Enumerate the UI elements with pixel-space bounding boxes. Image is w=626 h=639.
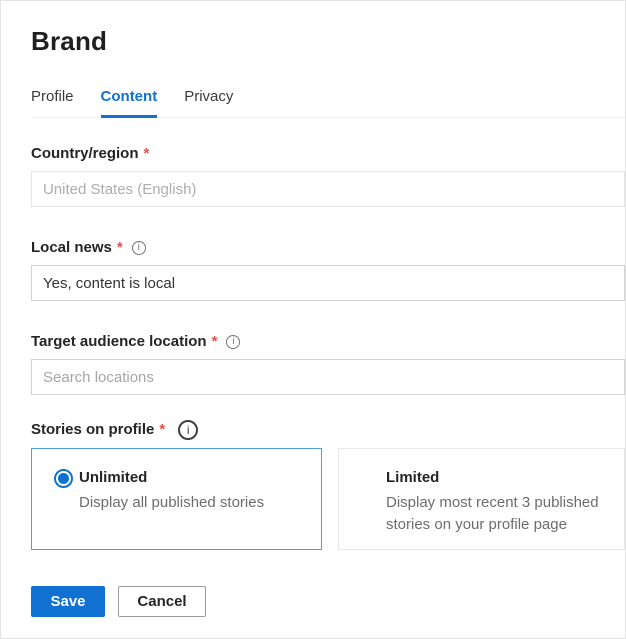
field-label-text: Target audience location [31,333,207,351]
local-news-label: Local news * i [31,239,625,257]
tab-content[interactable]: Content [101,88,158,118]
field-label-text: Local news [31,239,112,257]
local-news-input[interactable] [31,265,625,301]
local-news-field: Local news * i [31,239,625,301]
target-audience-input[interactable] [31,359,625,395]
target-audience-label: Target audience location * i [31,333,625,351]
tab-bar: Profile Content Privacy [31,88,625,118]
field-label-text: Stories on profile [31,419,154,440]
required-indicator: * [159,419,165,440]
option-card-text: Limited Display most recent 3 published … [386,468,608,536]
cancel-button[interactable]: Cancel [118,586,206,617]
option-card-limited[interactable]: Limited Display most recent 3 published … [338,448,625,550]
required-indicator: * [144,145,150,163]
page-title: Brand [31,26,625,57]
info-icon[interactable]: i [132,241,146,255]
save-button[interactable]: Save [31,586,105,617]
tab-privacy[interactable]: Privacy [184,88,233,117]
form-actions: Save Cancel [31,586,625,617]
option-card-unlimited[interactable]: Unlimited Display all published stories [31,448,322,550]
country-region-field: Country/region * [31,145,625,207]
option-description: Display all published stories [79,492,264,514]
option-title: Limited [386,468,608,488]
option-card-text: Unlimited Display all published stories [79,468,264,514]
country-region-input [31,171,625,207]
field-label-text: Country/region [31,145,139,163]
tab-profile[interactable]: Profile [31,88,74,117]
radio-unlimited-selected[interactable] [54,469,73,488]
stories-option-cards: Unlimited Display all published stories … [31,448,625,550]
option-description: Display most recent 3 published stories … [386,492,608,536]
info-icon[interactable]: i [226,335,240,349]
stories-on-profile-label: Stories on profile * i [31,419,625,440]
required-indicator: * [117,239,123,257]
brand-settings-page: Brand Profile Content Privacy Country/re… [0,0,626,639]
target-audience-field: Target audience location * i [31,333,625,395]
required-indicator: * [212,333,218,351]
country-region-label: Country/region * [31,145,625,163]
info-icon[interactable]: i [178,420,198,440]
stories-on-profile-field: Stories on profile * i Unlimited Display… [31,419,625,550]
option-title: Unlimited [79,468,264,488]
